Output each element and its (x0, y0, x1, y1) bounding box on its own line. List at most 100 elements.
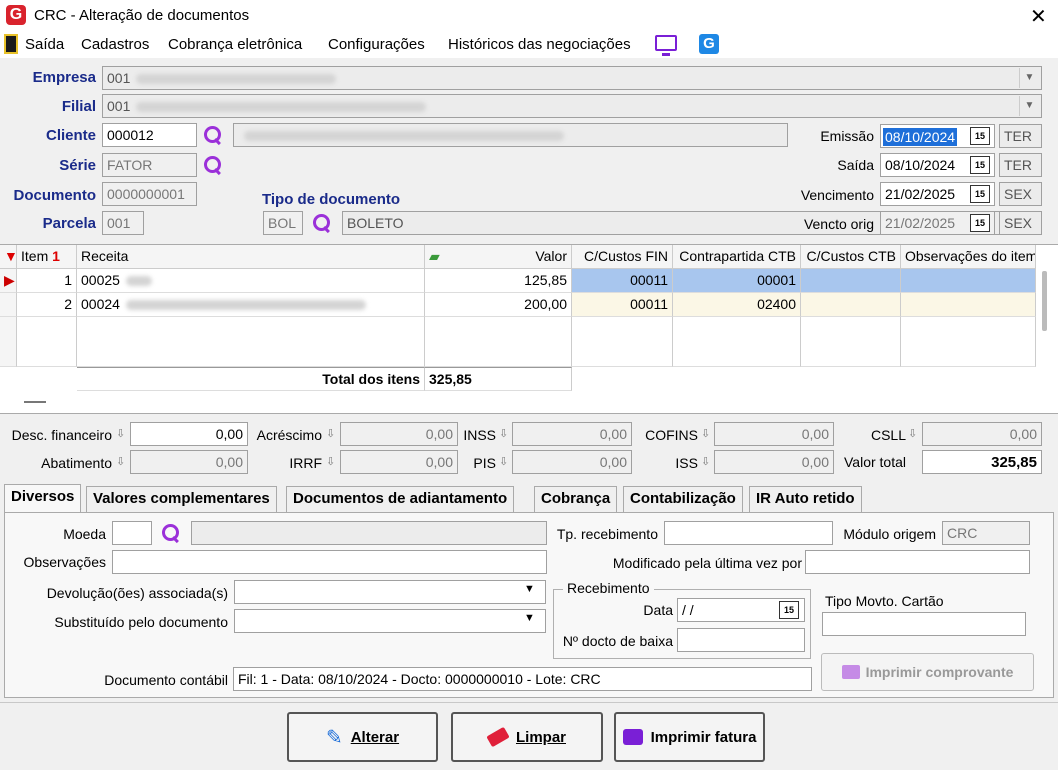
limpar-button[interactable]: Limpar (451, 712, 603, 762)
search-icon[interactable] (313, 214, 331, 232)
menu-cadastros[interactable]: Cadastros (81, 36, 149, 53)
observacoes-field[interactable] (112, 550, 547, 574)
chevron-down-icon[interactable]: ▼ (1019, 68, 1039, 88)
table-cell-cc-ctb[interactable] (801, 293, 901, 317)
iss-field[interactable]: 0,00 (714, 450, 834, 474)
calendar-icon[interactable]: 15 (779, 601, 799, 619)
menu-saida[interactable]: Saída (25, 36, 64, 53)
table-cell-valor[interactable]: 125,85 (425, 269, 572, 293)
calendar-icon[interactable]: 15 (970, 214, 990, 232)
g-app-icon[interactable]: G (699, 34, 719, 54)
tab-cobranca[interactable]: Cobrança (534, 486, 618, 512)
recebimento-group-title: Recebimento (563, 580, 654, 596)
filial-select[interactable]: 001 (102, 94, 1042, 118)
irrf-label: IRRF (289, 455, 322, 471)
chevron-down-icon[interactable]: ▼ (524, 612, 535, 624)
col-item[interactable]: Item 1 (17, 245, 77, 269)
search-icon[interactable] (204, 126, 222, 144)
tp-recebimento-field[interactable] (664, 521, 833, 545)
col-contrapartida[interactable]: Contrapartida CTB (673, 245, 801, 269)
table-cell-cc-fin[interactable]: 00011 (572, 293, 673, 317)
parcela-field[interactable]: 001 (102, 211, 144, 235)
table-cell-obs[interactable] (901, 269, 1036, 293)
desc-financeiro-field[interactable]: 0,00 (130, 422, 248, 446)
devolucoes-select[interactable] (234, 580, 546, 604)
abatimento-field[interactable]: 0,00 (130, 450, 248, 474)
inss-field[interactable]: 0,00 (512, 422, 632, 446)
pencil-icon: ✎ (325, 726, 343, 749)
substituido-select[interactable] (234, 609, 546, 633)
search-icon[interactable] (204, 156, 222, 174)
tipo-movto-field[interactable] (822, 612, 1026, 636)
csll-field[interactable]: 0,00 (922, 422, 1042, 446)
tipo-movto-label: Tipo Movto. Cartão (825, 593, 944, 609)
imprimir-fatura-button[interactable]: Imprimir fatura (614, 712, 765, 762)
documento-label: Documento (13, 187, 97, 204)
tab-contabilizacao[interactable]: Contabilização (623, 486, 743, 512)
moeda-field[interactable] (112, 521, 152, 545)
modificado-label: Modificado pela última vez por (612, 555, 802, 571)
table-cell-contrapartida[interactable]: 00001 (673, 269, 801, 293)
tab-diversos[interactable]: Diversos (4, 484, 82, 514)
vencimento-label: Vencimento (800, 187, 874, 203)
cofins-field[interactable]: 0,00 (714, 422, 834, 446)
table-cell-contrapartida[interactable]: 02400 (673, 293, 801, 317)
imprimir-comprovante-button[interactable]: Imprimir comprovante (821, 653, 1034, 691)
pis-field[interactable]: 0,00 (512, 450, 632, 474)
close-icon[interactable]: ✕ (1030, 4, 1047, 29)
table-cell-valor[interactable]: 200,00 (425, 293, 572, 317)
tab-valores-complementares[interactable]: Valores complementares (86, 486, 277, 512)
exit-door-icon[interactable] (4, 34, 18, 54)
serie-field[interactable]: FATOR (102, 153, 197, 177)
modificado-field[interactable] (805, 550, 1030, 574)
arrow-down-icon: ⇩ (701, 428, 711, 440)
valor-total-field: 325,85 (922, 450, 1042, 474)
calendar-icon[interactable]: 15 (970, 127, 990, 145)
chevron-down-icon[interactable]: ▼ (1019, 96, 1039, 116)
table-cell-obs[interactable] (901, 293, 1036, 317)
col-observacoes[interactable]: Observações do item (901, 245, 1036, 269)
row-pointer-icon: ▶ (0, 269, 17, 293)
tab-ir-auto-retido[interactable]: IR Auto retido (749, 486, 862, 512)
calendar-icon[interactable]: 15 (970, 185, 990, 203)
arrow-down-icon: ⇩ (499, 456, 509, 468)
docto-baixa-field[interactable] (677, 628, 805, 652)
splitter-handle[interactable] (24, 401, 46, 403)
col-valor[interactable]: ▰ Valor (425, 245, 572, 269)
window-title: CRC - Alteração de documentos (34, 7, 250, 24)
divider (0, 702, 1058, 703)
table-cell-cc-fin[interactable]: 00011 (572, 269, 673, 293)
table-cell-cc-ctb[interactable] (801, 269, 901, 293)
tab-documentos-adiantamento[interactable]: Documentos de adiantamento (286, 486, 515, 512)
data-label: Data (643, 602, 673, 618)
alterar-button[interactable]: ✎ Alterar (287, 712, 438, 762)
search-icon[interactable] (162, 524, 180, 542)
menu-historicos[interactable]: Históricos das negociações (448, 36, 631, 53)
scrollbar-thumb[interactable] (1042, 271, 1047, 331)
irrf-field[interactable]: 0,00 (340, 450, 458, 474)
col-receita[interactable]: Receita (77, 245, 425, 269)
table-cell-receita[interactable]: 00024 (77, 293, 425, 317)
table-cell-item[interactable]: 1 (17, 269, 77, 293)
monitor-icon[interactable] (655, 35, 677, 56)
moeda-name-field (191, 521, 547, 545)
table-cell-receita[interactable]: 00025 (77, 269, 425, 293)
acrescimo-field[interactable]: 0,00 (340, 422, 458, 446)
col-cc-fin[interactable]: C/Custos FIN (572, 245, 673, 269)
menu-bar: Saída Cadastros Cobrança eletrônica Conf… (0, 32, 1058, 58)
cofins-label: COFINS (645, 427, 698, 443)
documento-field[interactable]: 0000000001 (102, 182, 197, 206)
tipo-documento-code[interactable]: BOL (263, 211, 303, 235)
col-cc-ctb[interactable]: C/Custos CTB (801, 245, 901, 269)
table-cell-item[interactable]: 2 (17, 293, 77, 317)
cliente-field[interactable]: 000012 (102, 123, 197, 147)
menu-configuracoes[interactable]: Configurações (328, 36, 425, 53)
empresa-select[interactable]: 001 (102, 66, 1042, 90)
calendar-icon[interactable]: 15 (970, 156, 990, 174)
csll-label: CSLL (870, 427, 906, 443)
saida-weekday: TER (999, 153, 1042, 177)
empresa-label: Empresa (32, 69, 96, 86)
menu-cobranca-eletronica[interactable]: Cobrança eletrônica (168, 36, 302, 53)
chevron-down-icon[interactable]: ▼ (524, 583, 535, 595)
total-items-label: Total dos itens (77, 367, 425, 391)
